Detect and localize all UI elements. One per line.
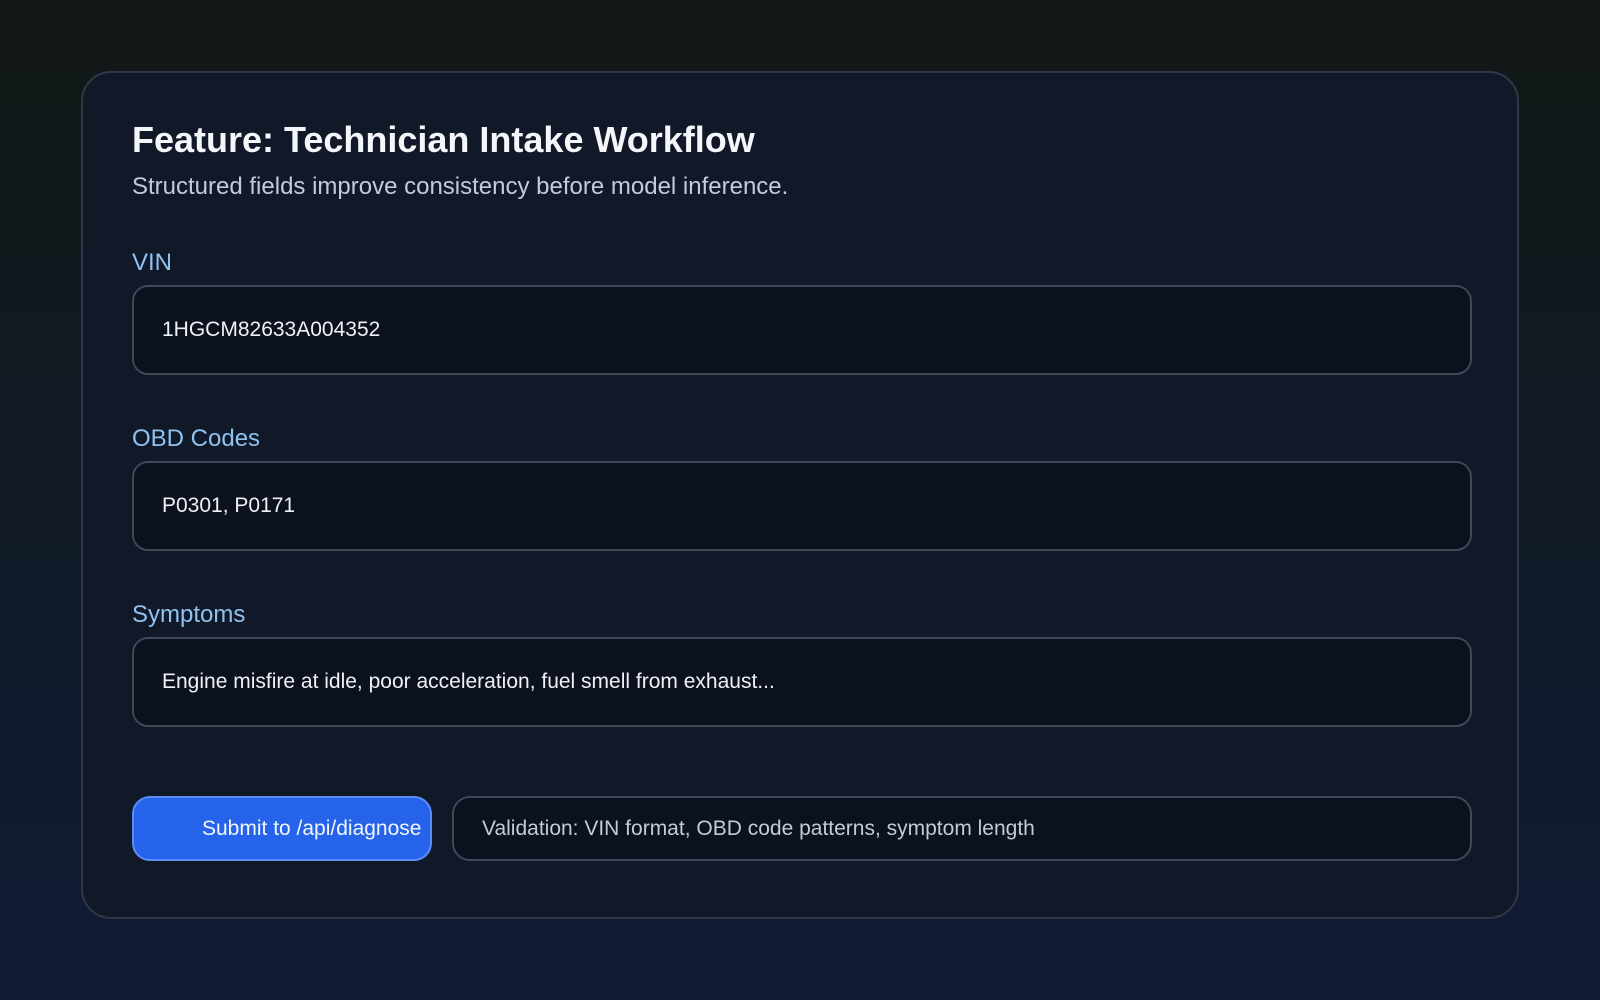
intake-form-card: Feature: Technician Intake Workflow Stru… — [81, 71, 1519, 919]
symptoms-input[interactable] — [132, 637, 1472, 727]
symptoms-label: Symptoms — [132, 601, 246, 628]
obd-codes-label: OBD Codes — [132, 425, 261, 452]
validation-hint: Validation: VIN format, OBD code pattern… — [452, 796, 1472, 861]
page-subtitle: Structured fields improve consistency be… — [132, 173, 789, 200]
submit-diagnose-button[interactable]: Submit to /api/diagnose — [132, 796, 432, 861]
vin-input[interactable] — [132, 285, 1472, 375]
vin-label: VIN — [132, 249, 173, 276]
page-title: Feature: Technician Intake Workflow — [132, 119, 755, 160]
obd-codes-input[interactable] — [132, 461, 1472, 551]
